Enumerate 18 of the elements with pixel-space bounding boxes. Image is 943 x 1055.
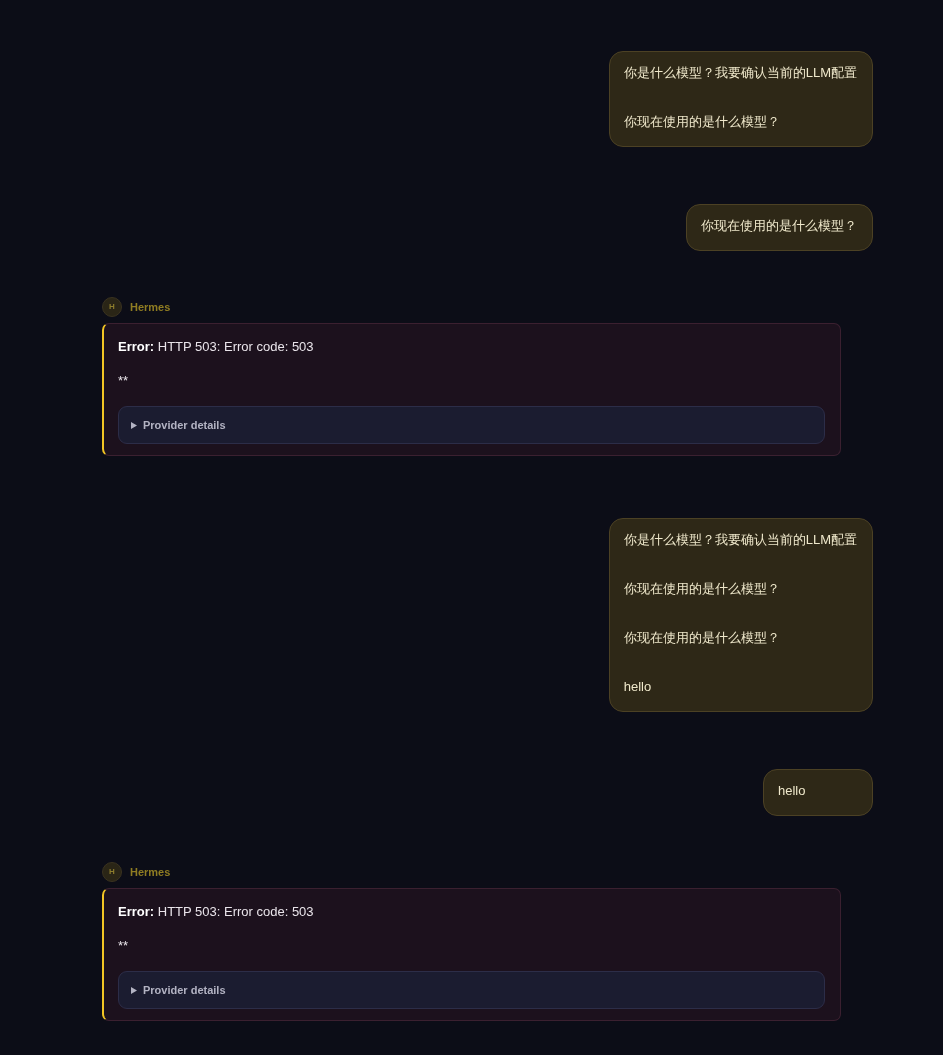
message-text: 你现在使用的是什么模型？ xyxy=(623,113,781,131)
provider-details-toggle[interactable]: Provider details xyxy=(118,971,825,1009)
avatar-circle: H xyxy=(102,297,122,317)
error-text: Error: HTTP 503: Error code: 503 xyxy=(118,338,315,356)
message-text: 你是什么模型？我要确认当前的LLM配置 xyxy=(623,64,857,82)
message-text: 你是什么模型？我要确认当前的LLM配置 xyxy=(623,531,857,549)
message-text: 你现在使用的是什么模型？ xyxy=(701,217,857,235)
avatar-circle: H xyxy=(102,862,122,882)
message-text: ** xyxy=(118,372,130,390)
sender-name: Hermes xyxy=(130,300,171,315)
error-text: Error: HTTP 503: Error code: 503 xyxy=(118,903,315,921)
message-text: 你现在使用的是什么模型？ xyxy=(623,629,781,647)
message-text: hello xyxy=(623,678,653,696)
message-text: ** xyxy=(118,937,130,955)
provider-details-toggle[interactable]: Provider details xyxy=(118,406,825,444)
message-text: hello xyxy=(778,782,807,800)
message-text: 你现在使用的是什么模型？ xyxy=(623,580,781,598)
sender-name: Hermes xyxy=(130,865,171,880)
